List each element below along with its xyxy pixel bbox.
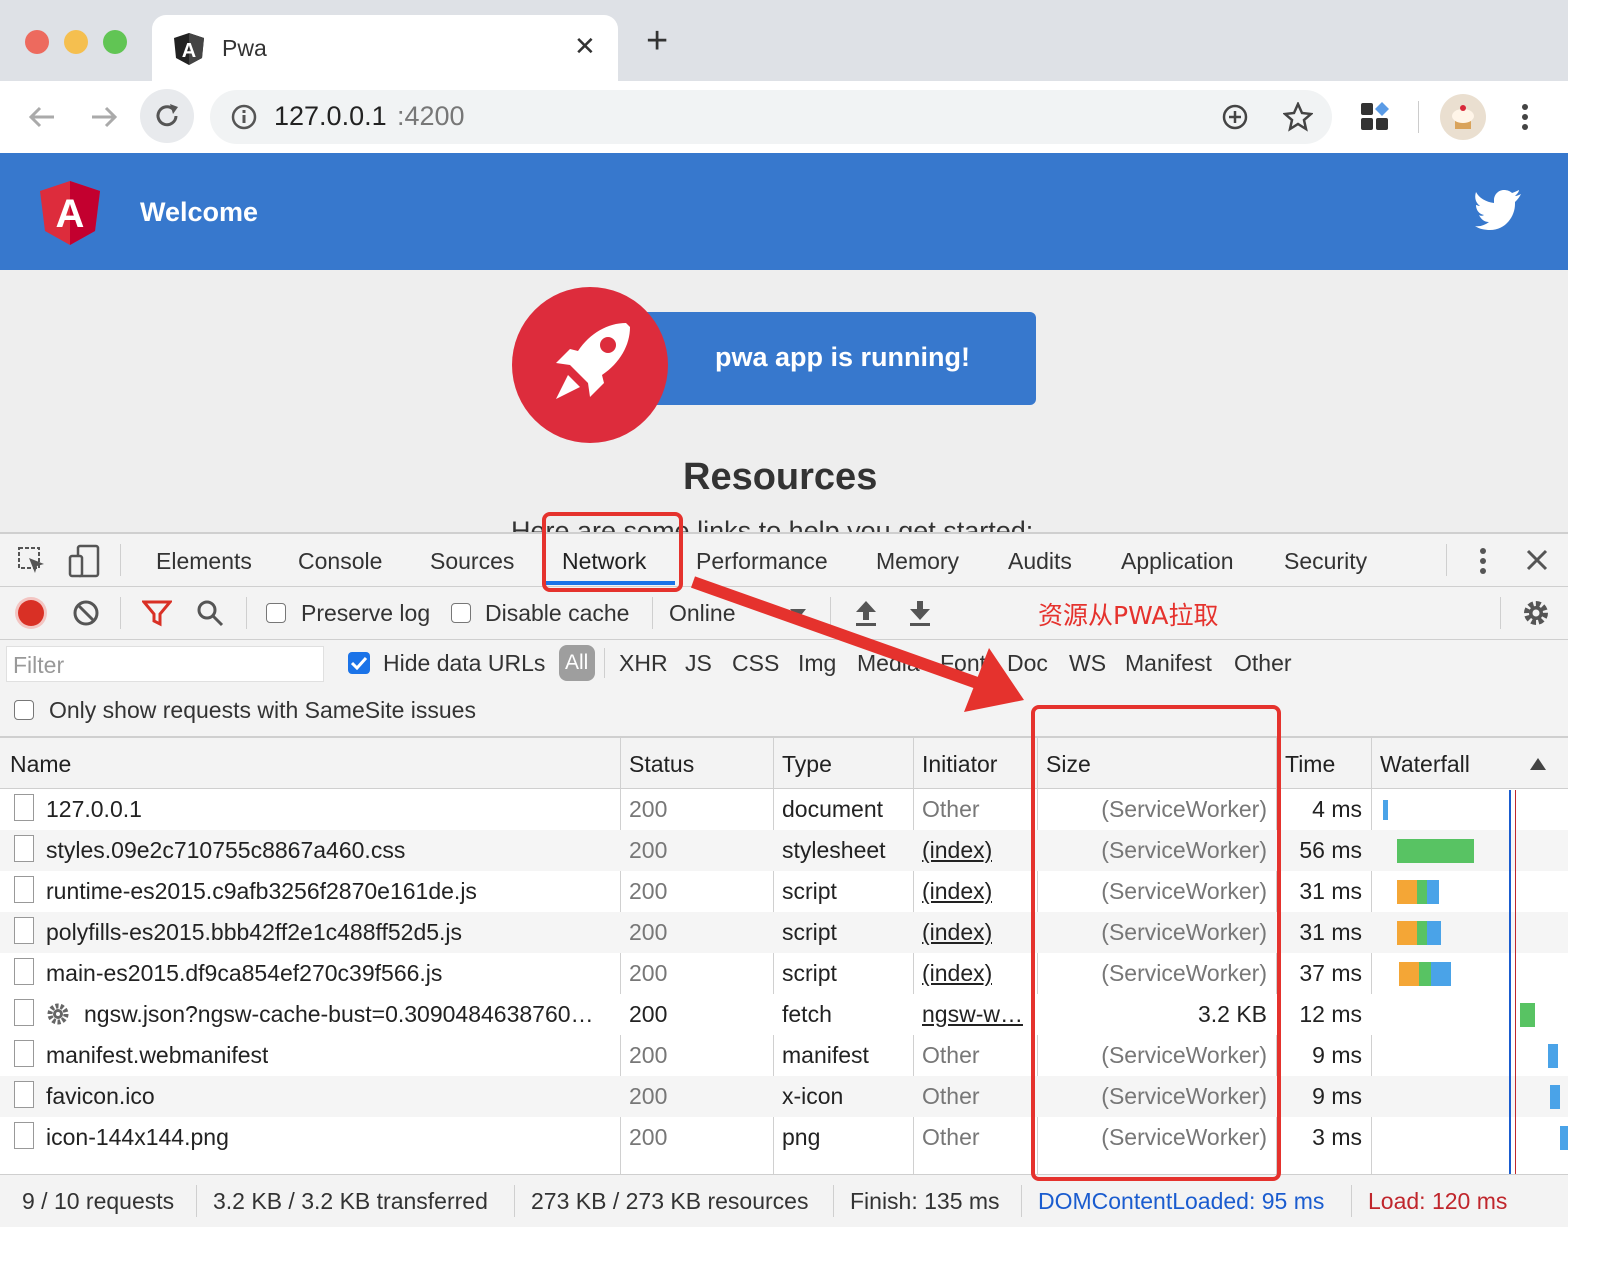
annotation-arrow-icon bbox=[690, 576, 1024, 712]
browser-window: A Pwa ✕ + 127.0.0.1 :4200 A Welcome pwa … bbox=[0, 0, 1568, 1266]
